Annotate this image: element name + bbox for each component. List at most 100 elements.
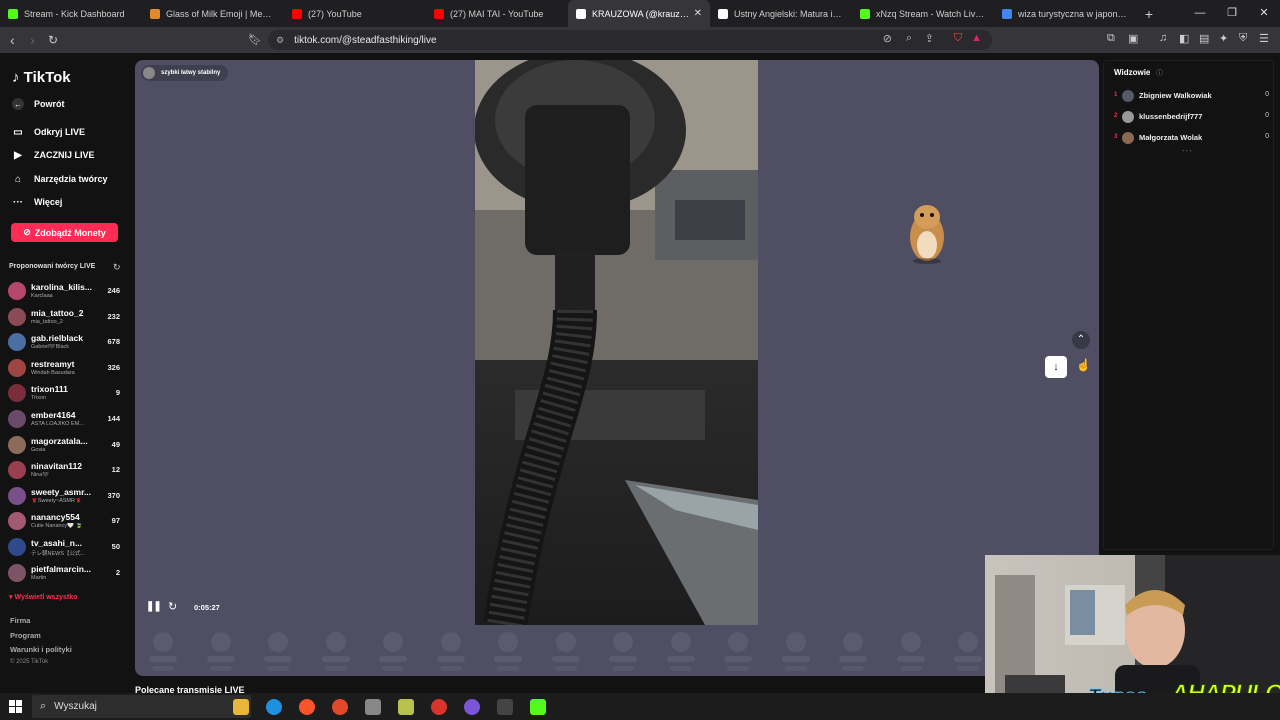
refresh-icon[interactable]: ↻ [113, 262, 121, 273]
creator-item[interactable]: nanancy554 Cutie Nanancy🤍 🍃 97 [8, 510, 122, 534]
browser-tab[interactable]: (27) YouTube [284, 0, 426, 27]
tab-title: wiza turystyczna w japonii - Szukaj [1018, 8, 1128, 19]
creator-viewer-count: 2 [115, 567, 120, 577]
show-all-link[interactable]: ▾ Wyświetl wszystko [9, 593, 77, 601]
brave-shield-icon[interactable]: ⛉ [954, 32, 962, 45]
browser-tab[interactable]: wiza turystyczna w japonii - Szukaj [994, 0, 1136, 27]
share-icon[interactable]: ⇪ [925, 32, 934, 45]
taskbar-app-icon[interactable] [431, 699, 447, 715]
close-window-icon[interactable]: ✕ [1248, 0, 1280, 27]
gift-placeholder [954, 632, 982, 676]
taskbar-app-icon[interactable] [398, 699, 414, 715]
tiktok-logo[interactable]: ♪ TikTok [12, 69, 71, 86]
taskbar-app-icon[interactable] [266, 699, 282, 715]
creator-avatar [8, 333, 26, 352]
creator-item[interactable]: magorzatala... Gosia 49 [8, 434, 122, 458]
viewer-avatar [1122, 90, 1134, 102]
live-video-feed[interactable] [475, 60, 758, 625]
taskbar-app-icon[interactable] [299, 699, 315, 715]
taskbar-app-icon[interactable] [332, 699, 348, 715]
nav-creator-tools[interactable]: ⌂ Narzędzia twórcy [12, 173, 108, 185]
creator-name: tv_asahi_n... [31, 538, 83, 548]
tab-title: Ustny Angielski: Matura i Szkoła [734, 8, 844, 19]
nav-go-live[interactable]: ▶ ZACZNIJ LIVE [12, 149, 94, 161]
creator-viewer-count: 144 [107, 414, 120, 423]
chevron-up-icon[interactable]: ⌃ [1072, 331, 1090, 349]
browser-tab[interactable]: (27) MAI TAI - YouTube [426, 0, 568, 27]
nav-back[interactable]: ← Powrót [12, 98, 65, 110]
browser-tab[interactable]: Glass of Milk Emoji | Meaning [142, 0, 284, 27]
creator-item[interactable]: tv_asahi_n... テレ朝NEWS【公式... 50 [8, 536, 122, 560]
live-player[interactable]: szybki łatwy stabilny ⌃ ↓ ☝ ❚❚ ↻ 0:05:27 [135, 60, 1099, 676]
creator-item[interactable]: ember4164 ASTA LOAJIKO EM... 144 [8, 408, 122, 432]
creator-avatar [8, 486, 26, 505]
taskbar-search[interactable]: ⌕ Wyszukaj [32, 695, 251, 718]
extensions-icon[interactable]: ⧉ [1107, 32, 1115, 45]
pause-button[interactable]: ❚❚ [146, 601, 162, 612]
creator-item[interactable]: ninavitan112 Nina🖤 12 [8, 459, 122, 483]
creator-subtitle: Nina🖤 [31, 472, 50, 479]
viewer-rank: 3 [1114, 134, 1118, 140]
creator-item[interactable]: mia_tattoo_2 mia_tattoo_2 232 [8, 306, 122, 330]
browser-tab[interactable]: Ustny Angielski: Matura i Szkoła [710, 0, 852, 27]
sidebar-toggle-icon[interactable]: ◧ [1179, 32, 1189, 45]
menu-icon[interactable]: ☰ [1259, 32, 1269, 45]
creator-item[interactable]: karolina_kilis... Karclaaa 246 [8, 280, 122, 304]
coin-icon: ⊘ [23, 227, 31, 237]
nav-explore-live[interactable]: ▭ Odkryj LIVE [12, 126, 85, 138]
host-info-pill[interactable]: szybki łatwy stabilny [141, 65, 229, 81]
vpn-icon[interactable]: ⛨ [1239, 32, 1247, 45]
info-icon[interactable]: ⓘ [1156, 68, 1163, 78]
gift-placeholder [666, 632, 695, 676]
windows-start-icon[interactable] [9, 700, 22, 713]
bookmark-icon[interactable]: 🔖︎ [248, 31, 262, 49]
footer-company-link[interactable]: Firma [10, 616, 30, 625]
taskbar-app-icon[interactable] [365, 699, 381, 715]
creator-subtitle: 🌹Sweety~ASMR🌹 [31, 497, 82, 504]
scroll-down-button[interactable]: ↓ [1045, 356, 1067, 378]
reload-icon[interactable]: ↻ [48, 31, 58, 49]
viewer-row[interactable]: 3 Małgorzata Wolak 0 [1114, 131, 1269, 147]
get-coins-button[interactable]: ⊘ Zdobądź Monety [11, 223, 118, 242]
browser-tab[interactable]: Stream - Kick Dashboard [0, 0, 142, 27]
forward-arrow-icon[interactable]: › [30, 31, 35, 49]
new-tab-icon[interactable]: + [1140, 6, 1158, 22]
wallet-icon[interactable]: ▤ [1199, 32, 1209, 45]
get-coins-label: Zdobądź Monety [34, 227, 106, 238]
creator-viewer-count: 678 [107, 337, 120, 347]
media-icon[interactable]: ♫ [1159, 32, 1167, 44]
browser-tab[interactable]: KRAUZOWA (@krauzowa) ✕ [568, 0, 710, 27]
browser-tab-strip: Stream - Kick Dashboard Glass of Milk Emo… [0, 0, 1280, 27]
browser-tab[interactable]: xNzq Stream - Watch Live on Kick [852, 0, 994, 27]
creator-item[interactable]: restreamyt Windah Basudara 326 [8, 357, 122, 381]
screenshot-icon[interactable]: ▣ [1128, 32, 1138, 45]
taskbar-app-icon[interactable] [497, 699, 513, 715]
footer-program-link[interactable]: Program [10, 631, 41, 640]
site-settings-icon[interactable]: ⚙︎ [276, 35, 284, 46]
restore-icon[interactable]: ❐ [1216, 0, 1248, 27]
leo-ai-icon[interactable]: ✦ [1219, 32, 1228, 45]
creator-avatar [8, 538, 26, 556]
back-arrow-icon[interactable]: ‹ [10, 31, 15, 49]
taskbar-app-icon[interactable] [233, 699, 249, 715]
creator-item[interactable]: sweety_asmr... 🌹Sweety~ASMR🌹 370 [8, 485, 122, 509]
close-tab-icon[interactable]: ✕ [694, 8, 702, 19]
zoom-icon[interactable]: ⌕ [906, 32, 912, 45]
taskbar-app-icon[interactable] [464, 699, 480, 715]
viewer-row[interactable]: 1 Zbigniew Walkowiak 0 [1114, 89, 1269, 105]
refresh-stream-button[interactable]: ↻ [168, 600, 177, 613]
stream-timer: 0:05:27 [194, 603, 220, 612]
nav-more[interactable]: ··· Więcej [12, 196, 62, 208]
footer-terms-link[interactable]: Warunki i polityki [10, 645, 72, 654]
creator-item[interactable]: trixon111 Trixon 9 [8, 382, 122, 406]
tab-title: (27) YouTube [308, 8, 362, 19]
viewer-row[interactable]: 2 klussenbedrijf777 0 [1114, 110, 1269, 126]
creator-item[interactable]: gab.rielblack Gabriel🖤Black 678 [8, 331, 122, 355]
mute-tab-icon[interactable]: ⊘ [883, 32, 892, 45]
creator-item[interactable]: pietfalmarcin... Martin 2 [8, 562, 122, 586]
viewer-name: klussenbedrijf777 [1139, 112, 1203, 121]
minimize-icon[interactable]: — [1184, 0, 1216, 27]
brave-rewards-icon[interactable]: ▲ [971, 32, 982, 44]
address-bar[interactable]: ⚙︎ tiktok.com/@steadfasthiking/live ⊘ ⌕ … [268, 30, 992, 50]
taskbar-app-icon[interactable] [530, 699, 546, 715]
